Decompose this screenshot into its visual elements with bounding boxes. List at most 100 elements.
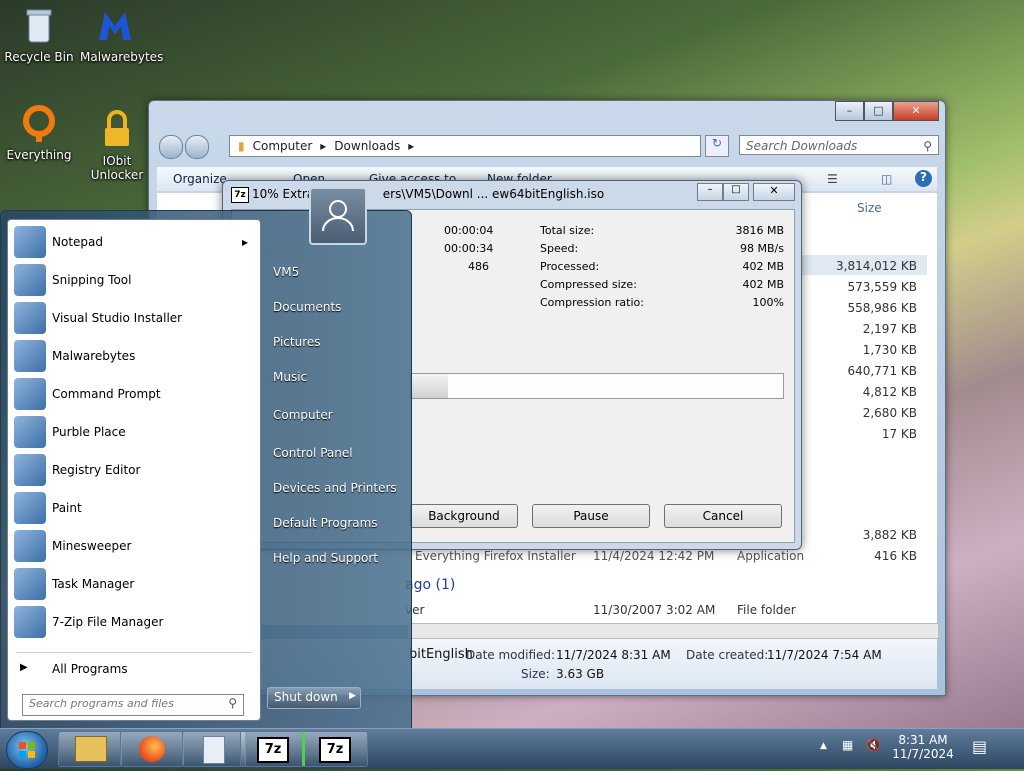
desktop-icon-label: Everything (6, 148, 72, 162)
partial-row-date: 11/4/2024 12:42 PM (593, 549, 715, 563)
clock-date: 11/7/2024 (892, 747, 954, 761)
taskbar-explorer[interactable] (58, 731, 122, 767)
desktop-icon-everything[interactable]: Everything (4, 104, 74, 162)
folder-row-date: 11/30/2007 3:02 AM (593, 603, 716, 617)
breadcrumb-computer[interactable]: Computer (253, 139, 313, 153)
network-icon[interactable]: ▦ (842, 738, 853, 752)
start-menu-place-item[interactable]: Help and Support (273, 551, 378, 565)
close-button[interactable]: ✕ (893, 101, 939, 121)
breadcrumb-separator: ▸ (408, 139, 415, 153)
dialog-title: 10% Extrac ers\VM5\Downl ... ew64bitEngli… (252, 187, 605, 201)
taskbar-7zip-2[interactable]: 7z (302, 731, 368, 767)
start-menu-item[interactable]: Snipping Tool (10, 262, 256, 298)
start-menu-item[interactable]: Malwarebytes (10, 338, 256, 374)
start-menu-item-label: Task Manager (52, 577, 135, 591)
taskbar-firefox[interactable] (120, 731, 184, 767)
desktop-icon-recycle-bin[interactable]: Recycle Bin (4, 6, 74, 64)
stat-value-processed: 402 MB (742, 260, 784, 273)
minimize-button[interactable]: – (835, 101, 864, 121)
everything-icon (19, 104, 59, 144)
address-bar[interactable]: ▮ Computer ▸ Downloads ▸ (229, 135, 701, 157)
start-menu-item[interactable]: Command Prompt (10, 376, 256, 412)
stat-value-compressed-size: 402 MB (742, 278, 784, 291)
refresh-button[interactable]: ↻ (705, 135, 729, 157)
horizontal-scrollbar[interactable] (407, 623, 939, 639)
7zip-icon: 7z (257, 737, 289, 763)
show-hidden-icons-icon[interactable]: ▲ (820, 741, 827, 751)
search-input[interactable]: Search Downloads ⚲ (739, 135, 939, 155)
start-menu-place-item[interactable]: Default Programs (273, 516, 378, 530)
progress-bar (410, 373, 784, 399)
start-menu-item[interactable]: Visual Studio Installer (10, 300, 256, 336)
dialog-close-button[interactable]: ✕ (753, 183, 795, 201)
start-menu-item-label: Malwarebytes (52, 349, 136, 363)
cancel-button[interactable]: Cancel (664, 504, 782, 528)
start-menu-item[interactable]: Notepad ▸ (10, 224, 256, 260)
group-header[interactable]: ago (1) (405, 577, 455, 593)
breadcrumb-downloads[interactable]: Downloads (334, 139, 400, 153)
back-button[interactable] (159, 135, 183, 159)
pause-button[interactable]: Pause (532, 504, 650, 528)
dialog-maximize-button[interactable]: □ (723, 183, 749, 201)
all-programs-label: All Programs (52, 662, 128, 676)
start-menu-place-item[interactable]: Documents (273, 300, 341, 314)
background-button[interactable]: Background (410, 504, 518, 528)
windows-explorer-icon (75, 736, 107, 762)
start-menu-place-item[interactable]: Computer (273, 408, 333, 422)
start-menu-place-item[interactable]: Devices and Printers (273, 481, 397, 495)
maximize-button[interactable]: □ (864, 101, 893, 121)
organize-menu[interactable]: Organize (173, 172, 227, 186)
start-menu-item[interactable]: Paint (10, 490, 256, 526)
start-menu-place-item[interactable]: Music (273, 370, 307, 384)
start-menu: Notepad ▸ Snipping Tool Visual Studio Insta… (0, 187, 412, 730)
start-menu-item[interactable]: Purble Place (10, 414, 256, 450)
forward-button[interactable] (185, 135, 209, 159)
size-column-header[interactable]: Size (857, 201, 882, 215)
taskbar-notepad-file[interactable] (182, 731, 246, 767)
file-size-cell: 1,730 KB (862, 343, 917, 357)
desktop-icon-iobit-unlocker[interactable]: IObit Unlocker (82, 110, 152, 182)
chevron-right-icon[interactable]: ▶ (349, 691, 356, 701)
start-search-input[interactable]: Search programs and files ⚲ (22, 694, 244, 716)
details-size: 3.63 GB (556, 667, 605, 681)
breadcrumb-separator: ▸ (320, 139, 327, 153)
clock[interactable]: 8:31 AM 11/7/2024 (888, 733, 958, 761)
paint-icon (14, 492, 46, 524)
desktop-icon-label: IObit Unlocker (90, 154, 144, 182)
start-menu-place-item[interactable]: Control Panel (273, 446, 353, 460)
dialog-minimize-button[interactable]: – (697, 183, 723, 201)
start-menu-item[interactable]: Task Manager (10, 566, 256, 602)
start-menu-item-label: Command Prompt (52, 387, 161, 401)
start-button[interactable] (6, 731, 48, 769)
start-menu-item-label: Registry Editor (52, 463, 141, 477)
desktop-icon-malwarebytes[interactable]: Malwarebytes (80, 6, 164, 64)
submenu-arrow-icon[interactable]: ▸ (242, 235, 248, 249)
start-menu-item[interactable]: Minesweeper (10, 528, 256, 564)
taskbar-7zip-1[interactable]: 7z (240, 731, 304, 767)
shut-down-button[interactable]: Shut down ▶ (267, 687, 361, 709)
start-menu-item[interactable]: Registry Editor (10, 452, 256, 488)
chevron-right-icon: ▶ (20, 662, 28, 673)
separator (16, 652, 252, 653)
desktop-icon-label: Malwarebytes (80, 50, 164, 64)
preview-pane-icon[interactable]: ◫ (881, 172, 892, 186)
window-caption-buttons: – □ ✕ (835, 101, 939, 121)
help-icon[interactable]: ? (915, 170, 932, 187)
file-size-cell: 416 KB (874, 549, 917, 563)
details-date-modified-label: Date modified: (466, 648, 556, 662)
user-avatar[interactable] (309, 187, 367, 245)
start-menu-item[interactable]: 7-Zip File Manager (10, 604, 256, 640)
stat-label-speed: Speed: (540, 242, 579, 255)
desktop-icon-label: Recycle Bin (4, 50, 74, 64)
start-menu-place-item[interactable]: VM5 (273, 265, 299, 279)
all-programs-item[interactable]: ▶ All Programs (16, 660, 252, 682)
partial-row-type: Application (737, 549, 805, 563)
start-menu-item-label: Snipping Tool (52, 273, 132, 287)
details-file-name: bitEnglish (409, 647, 473, 662)
volume-muted-icon[interactable]: 🔇 (866, 738, 881, 752)
view-options-icon[interactable]: ☰ (827, 172, 838, 186)
malwarebytes-icon (14, 340, 46, 372)
start-menu-place-item[interactable]: Pictures (273, 335, 321, 349)
action-center-icon[interactable]: ▤ (972, 737, 987, 756)
search-icon: ⚲ (923, 139, 932, 153)
